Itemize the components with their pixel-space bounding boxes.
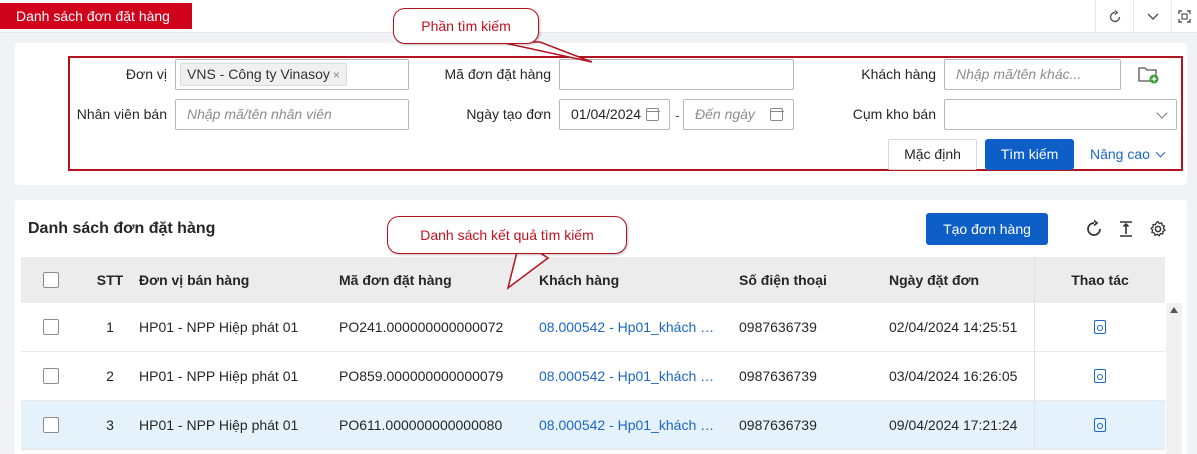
callout-results: Danh sách kết quả tìm kiếm	[387, 216, 627, 254]
callout-search: Phần tìm kiếm	[393, 8, 539, 44]
